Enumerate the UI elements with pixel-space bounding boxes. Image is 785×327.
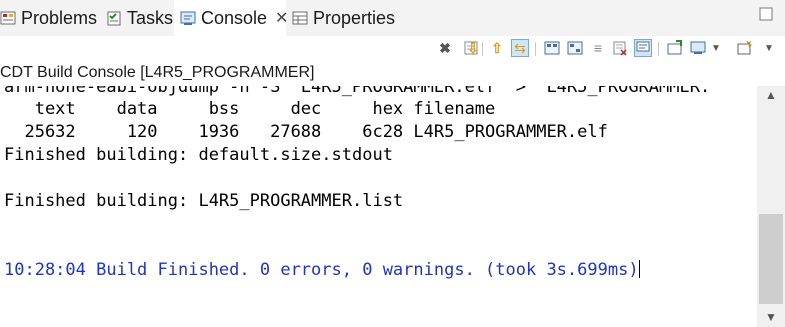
text-caret bbox=[638, 260, 640, 278]
build-finished-text: 10:28:04 Build Finished. 0 errors, 0 war… bbox=[4, 260, 639, 280]
build-finished-line: 10:28:04 Build Finished. 0 errors, 0 war… bbox=[4, 260, 640, 282]
console-line: text data bss dec hex filename bbox=[4, 99, 496, 119]
tasks-icon bbox=[106, 10, 122, 26]
chevron-down-icon[interactable]: ▼ bbox=[707, 39, 725, 57]
pin-icon[interactable] bbox=[543, 39, 561, 57]
scroll-lock-down-icon[interactable]: ⇩ bbox=[464, 39, 482, 57]
problems-icon bbox=[0, 10, 16, 26]
console-line: 25632 120 1936 27688 6c28 L4R5_PROGRAMME… bbox=[4, 122, 608, 142]
chevron-down-icon[interactable]: ▼ bbox=[760, 39, 778, 57]
console-toolbar: ✖ ⇩ ⇧ ⇆ ≡ ▼ ▼ bbox=[0, 36, 785, 62]
tab-label: Properties bbox=[313, 7, 396, 28]
console-line: arm-none-eabi-objdump -h -S L4R5_PROGRAM… bbox=[4, 86, 711, 97]
scroll-up-arrow-icon[interactable]: ▲ bbox=[764, 88, 778, 102]
tab-console[interactable]: Console ✕ bbox=[174, 0, 288, 36]
word-wrap-icon[interactable] bbox=[566, 39, 584, 57]
scrollbar-thumb[interactable] bbox=[759, 214, 783, 304]
tab-label: Console bbox=[201, 7, 268, 28]
console-output[interactable]: arm-none-eabi-objdump -h -S L4R5_PROGRAM… bbox=[0, 86, 757, 327]
remove-icon[interactable] bbox=[611, 39, 629, 57]
copy-icon[interactable] bbox=[634, 39, 652, 57]
console-title-bar: CDT Build Console [L4R5_PROGRAMMER] bbox=[0, 62, 785, 86]
console-line: Finished building: L4R5_PROGRAMMER.list bbox=[4, 191, 404, 211]
vertical-scrollbar[interactable]: ▲ ▼ bbox=[757, 86, 785, 327]
properties-icon bbox=[292, 10, 308, 26]
remove-launch-icon[interactable]: ✖ bbox=[436, 39, 454, 57]
scroll-lock-up-icon[interactable]: ⇧ bbox=[488, 39, 506, 57]
toolbar-separator bbox=[535, 42, 536, 56]
new-console-icon[interactable] bbox=[736, 39, 754, 57]
minimize-icon[interactable] bbox=[759, 7, 773, 21]
console-title: CDT Build Console [L4R5_PROGRAMMER] bbox=[0, 64, 315, 81]
tab-label: Problems bbox=[21, 7, 98, 28]
view-tab-bar: Problems Tasks Console ✕ Properties bbox=[0, 0, 785, 36]
open-console-icon[interactable] bbox=[666, 39, 684, 57]
show-on-output-icon[interactable]: ≡ bbox=[589, 39, 607, 57]
scroll-down-arrow-icon[interactable]: ▼ bbox=[764, 310, 778, 324]
toolbar-separator bbox=[658, 42, 659, 56]
console-line: Finished building: default.size.stdout bbox=[4, 145, 393, 165]
close-icon[interactable]: ✕ bbox=[275, 8, 288, 28]
toolbar-separator bbox=[482, 42, 483, 56]
tab-tasks[interactable]: Tasks bbox=[106, 0, 174, 36]
tab-label: Tasks bbox=[127, 7, 174, 28]
tab-problems[interactable]: Problems bbox=[0, 0, 104, 36]
console-icon bbox=[180, 10, 196, 26]
tab-properties[interactable]: Properties bbox=[292, 0, 402, 36]
display-selected-console-icon[interactable] bbox=[689, 39, 707, 57]
link-icon[interactable]: ⇆ bbox=[511, 39, 529, 57]
